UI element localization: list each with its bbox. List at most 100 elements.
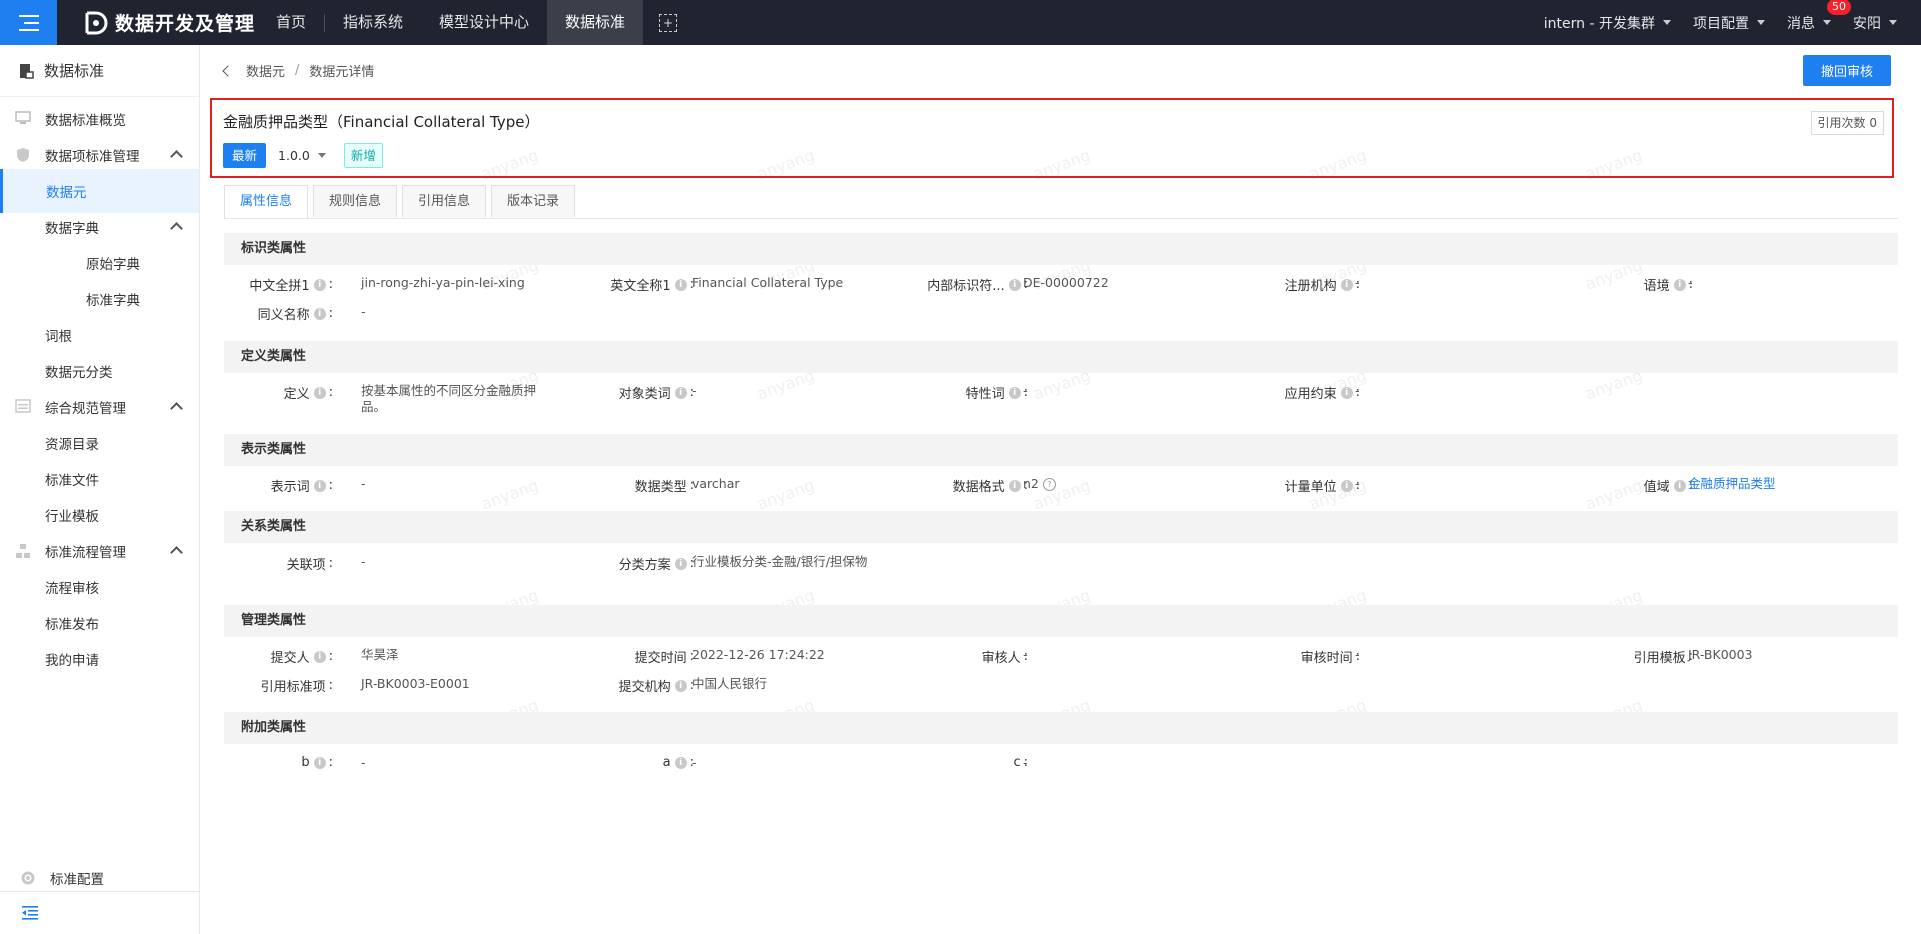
info-icon[interactable]: i xyxy=(1340,479,1353,492)
info-icon[interactable]: i xyxy=(674,386,687,399)
collapse-menu-icon[interactable] xyxy=(22,906,38,920)
field-value: 按基本属性的不同区分金融质押品。 xyxy=(361,383,537,414)
field-value: n2? xyxy=(1023,476,1203,492)
info-icon[interactable]: i xyxy=(1340,386,1353,399)
info-icon[interactable]: i xyxy=(1673,278,1686,291)
main-content: anyang anyang anyang anyang anyang anyang anya… xyxy=(200,45,1921,934)
messages-dropdown[interactable]: 消息 50 xyxy=(1787,0,1851,33)
chevron-down-icon xyxy=(317,153,326,158)
app-logo[interactable]: 数据开发及管理 xyxy=(83,0,255,45)
element-title: 金融质押品类型（Financial Collateral Type） xyxy=(223,113,540,131)
breadcrumb-link[interactable]: 数据元 xyxy=(246,61,285,80)
nav-metrics[interactable]: 指标系统 xyxy=(325,0,421,45)
field-label: 语境 i: xyxy=(1643,277,1693,294)
field-value: - xyxy=(1355,383,1360,398)
status-badge: 新增 xyxy=(343,143,383,168)
field-label: 审核人: xyxy=(981,649,1028,666)
chevron-down-icon xyxy=(1757,20,1765,25)
sidebar-item-label: 行业模板 xyxy=(45,509,99,525)
field-label: 提交时间: xyxy=(634,649,694,666)
section-relation: 关系类属性 xyxy=(224,511,1898,543)
info-icon[interactable]: i xyxy=(313,386,326,399)
section-identification: 标识类属性 xyxy=(224,233,1898,265)
field-value: - xyxy=(1023,647,1028,662)
nav-home[interactable]: 首页 xyxy=(258,0,324,45)
info-icon[interactable]: i xyxy=(674,756,687,769)
help-icon[interactable]: ? xyxy=(1042,478,1056,491)
add-tab-icon[interactable]: + xyxy=(659,13,678,32)
field-label: 特性词 i: xyxy=(965,385,1028,402)
document-lock-icon xyxy=(20,63,34,79)
user-name: 安阳 xyxy=(1853,15,1881,32)
field-value: DE-00000722 xyxy=(1023,275,1109,290)
sidebar-item-label: 标准文件 xyxy=(45,473,99,489)
field-label: 关联项: xyxy=(286,556,333,573)
sidebar-item-label: 综合规范管理 xyxy=(45,401,126,417)
info-icon[interactable]: i xyxy=(674,557,687,570)
attribute-row: 表示词 i: - 数据类型: varchar 数据格式 i: n2? 计量单位 i: … xyxy=(224,476,1898,498)
info-icon[interactable]: i xyxy=(1008,278,1021,291)
latest-tag: 最新 xyxy=(223,143,267,168)
field-label: 内部标识符... i: xyxy=(927,277,1028,294)
info-icon[interactable]: i xyxy=(1008,386,1021,399)
logo-icon xyxy=(85,11,108,34)
tab-versions[interactable]: 版本记录 xyxy=(491,185,576,217)
chevron-up-icon xyxy=(170,546,183,559)
field-label: 同义名称 i: xyxy=(257,306,333,323)
tab-rules[interactable]: 规则信息 xyxy=(313,185,398,217)
chevron-up-icon xyxy=(170,150,183,163)
breadcrumb: 数据元 / 数据元详情 xyxy=(222,61,374,80)
version-select[interactable]: 1.0.0 xyxy=(270,143,334,168)
section-additional: 附加类属性 xyxy=(224,712,1898,744)
info-icon[interactable]: i xyxy=(313,650,326,663)
info-icon[interactable]: i xyxy=(1673,479,1686,492)
info-icon[interactable]: i xyxy=(313,479,326,492)
info-icon[interactable]: i xyxy=(674,679,687,692)
back-icon[interactable] xyxy=(222,64,234,77)
main-nav: 首页 指标系统 模型设计中心 数据标准 + xyxy=(258,0,678,45)
element-header: 金融质押品类型（Financial Collateral Type） 最新 1.… xyxy=(210,98,1894,178)
attribute-row: bi: - ai: - c: - xyxy=(224,755,1898,777)
reference-count: 引用次数 0 xyxy=(1810,111,1884,135)
message-count-badge: 50 xyxy=(1827,0,1851,15)
chevron-down-icon xyxy=(1823,20,1831,25)
app-title: 数据开发及管理 xyxy=(115,13,256,35)
sidebar-item-label: 词根 xyxy=(45,329,72,345)
user-dropdown[interactable]: 安阳 xyxy=(1853,13,1897,33)
field-value: jin-rong-zhi-ya-pin-lei-xing xyxy=(361,275,525,290)
field-label: 中文全拼1 i: xyxy=(249,277,333,294)
info-icon[interactable]: i xyxy=(674,278,687,291)
field-label: 注册机构 i: xyxy=(1284,277,1360,294)
withdraw-review-button[interactable]: 撤回审核 xyxy=(1803,55,1891,86)
sidebar-item-label: 数据项标准管理 xyxy=(45,149,140,165)
nav-model-design[interactable]: 模型设计中心 xyxy=(421,0,547,45)
sidebar-item-label: 数据元 xyxy=(46,185,87,201)
info-icon[interactable]: i xyxy=(1340,278,1353,291)
top-right-menu: intern - 开发集群 项目配置 消息 50 安阳 xyxy=(1522,0,1897,45)
tab-attributes[interactable]: 属性信息 xyxy=(224,185,309,218)
info-icon[interactable]: i xyxy=(313,756,326,769)
nav-data-standard[interactable]: 数据标准 xyxy=(547,0,644,45)
field-value: JR-BK0003-E0001 xyxy=(361,676,470,691)
sidebar-item-my-applications[interactable]: 我的申请 xyxy=(0,637,199,681)
project-config-dropdown[interactable]: 项目配置 xyxy=(1693,13,1765,33)
project-config-label: 项目配置 xyxy=(1693,15,1749,32)
value-domain-link[interactable]: 金融质押品类型 xyxy=(1688,476,1888,492)
info-icon[interactable]: i xyxy=(1008,479,1021,492)
info-icon[interactable]: i xyxy=(313,278,326,291)
sidebar-item-label: 数据字典 xyxy=(45,221,99,237)
cluster-dropdown[interactable]: intern - 开发集群 xyxy=(1544,13,1671,33)
menu-toggle-button[interactable] xyxy=(0,0,57,45)
field-value: - xyxy=(361,554,366,569)
sidebar-item-label: 标准流程管理 xyxy=(45,545,126,561)
field-label: 值域 i: xyxy=(1643,478,1693,495)
field-label: 引用标准项: xyxy=(260,678,333,695)
chevron-up-icon xyxy=(170,222,183,235)
info-icon[interactable]: i xyxy=(313,307,326,320)
field-value: 行业模板分类-金融/银行/担保物 xyxy=(692,554,868,569)
field-label: 英文全称1 i: xyxy=(610,277,694,294)
cluster-label: intern - 开发集群 xyxy=(1543,15,1655,32)
section-definition: 定义类属性 xyxy=(224,341,1898,373)
field-value: - xyxy=(1023,755,1028,770)
tab-references[interactable]: 引用信息 xyxy=(402,185,487,217)
